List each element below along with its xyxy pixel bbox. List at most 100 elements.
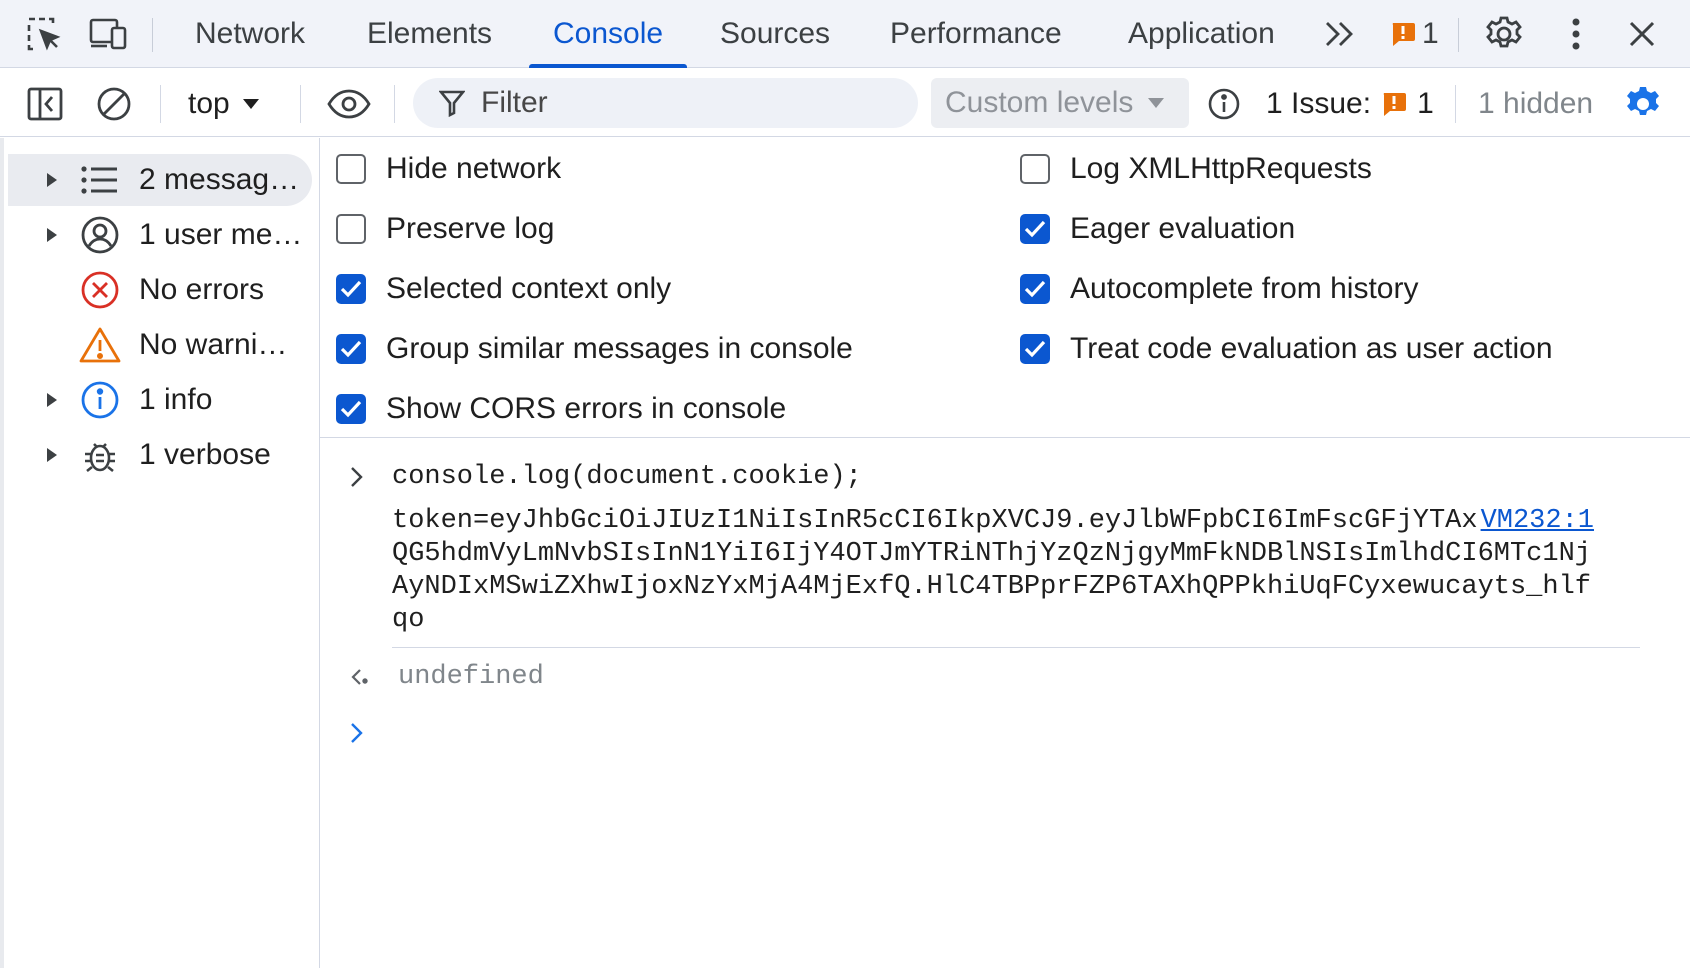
checkmark-icon	[1024, 220, 1046, 238]
message-divider	[392, 647, 1640, 648]
log-output-text: token=eyJhbGciOiJIUzI1NiIsInR5cCI6IkpXVC…	[392, 506, 1591, 635]
checkmark-icon	[340, 280, 362, 298]
tab-label: Application	[1128, 17, 1275, 50]
tab-bar-divider	[1458, 18, 1459, 52]
filter-input[interactable]	[481, 86, 881, 120]
setting-group-similar[interactable]: Group similar messages in console	[336, 332, 853, 366]
tab-network[interactable]: Network	[193, 0, 307, 68]
clear-console-icon[interactable]	[93, 83, 135, 125]
console-settings-gear-icon[interactable]	[1622, 83, 1664, 125]
toolbar-divider	[394, 85, 395, 123]
command-chevron-icon	[351, 467, 363, 487]
checkbox-checked[interactable]	[1020, 214, 1050, 244]
kebab-menu-icon[interactable]	[1556, 14, 1596, 54]
issues-counter[interactable]: 1 Issue: 1	[1266, 83, 1434, 125]
tab-elements[interactable]: Elements	[365, 0, 494, 68]
tab-label: Elements	[367, 17, 493, 50]
devtools-tab-bar: Network Elements Console Sources Perform…	[0, 0, 1690, 68]
sidebar-item-info[interactable]: 1 info	[8, 374, 312, 426]
sidebar-item-label: 1 info	[139, 383, 213, 416]
sidebar-toggle-icon[interactable]	[24, 83, 66, 125]
sidebar-item-errors[interactable]: No errors	[8, 264, 312, 316]
issues-count: 1	[1417, 87, 1434, 120]
expand-arrow-icon[interactable]	[44, 392, 60, 408]
error-icon	[78, 268, 122, 312]
inspect-element-icon[interactable]	[24, 14, 64, 54]
filter-input-container[interactable]	[413, 78, 918, 128]
console-prompt[interactable]	[350, 713, 374, 753]
checkbox-checked[interactable]	[336, 394, 366, 424]
toolbar-divider	[160, 85, 161, 123]
context-selector-value: top	[188, 87, 230, 120]
issues-label: 1 Issue:	[1266, 87, 1372, 120]
expand-arrow-icon[interactable]	[44, 227, 60, 243]
checkmark-icon	[340, 340, 362, 358]
checkbox-unchecked[interactable]	[336, 154, 366, 184]
expand-arrow-icon[interactable]	[44, 172, 60, 188]
sidebar-item-warnings[interactable]: No warni…	[8, 319, 312, 371]
tab-bar-divider	[152, 18, 153, 52]
return-arrow-icon	[351, 669, 368, 685]
warning-icon	[78, 323, 122, 367]
bug-icon	[78, 433, 122, 477]
sidebar-item-label: 2 messag…	[139, 163, 300, 196]
checkbox-checked[interactable]	[1020, 274, 1050, 304]
sidebar-item-label: 1 user me…	[139, 218, 303, 251]
device-toolbar-icon[interactable]	[88, 14, 128, 54]
expand-arrow-icon[interactable]	[44, 447, 60, 463]
toolbar-divider	[1455, 85, 1456, 123]
tab-performance[interactable]: Performance	[888, 0, 1064, 68]
context-selector[interactable]: top	[188, 83, 260, 125]
sidebar-item-label: 1 verbose	[139, 438, 271, 471]
settings-gear-icon[interactable]	[1484, 14, 1524, 54]
checkbox-unchecked[interactable]	[336, 214, 366, 244]
dropdown-arrow-icon	[242, 99, 259, 109]
tab-console[interactable]: Console	[528, 0, 688, 68]
setting-selected-context-only[interactable]: Selected context only	[336, 272, 671, 306]
checkbox-checked[interactable]	[336, 334, 366, 364]
setting-log-xhr[interactable]: Log XMLHttpRequests	[1020, 152, 1372, 186]
console-command-entry[interactable]: console.log(document.cookie);	[350, 457, 862, 497]
live-expression-eye-icon[interactable]	[326, 83, 372, 125]
source-link[interactable]: VM232:1	[1481, 505, 1594, 538]
prompt-chevron-icon	[351, 723, 363, 743]
setting-autocomplete-history[interactable]: Autocomplete from history	[1020, 272, 1418, 306]
setting-label: Eager evaluation	[1070, 212, 1296, 245]
sidebar-item-label: No warni…	[139, 328, 288, 361]
sidebar-item-user-messages[interactable]: 1 user me…	[8, 209, 312, 261]
console-settings-pane: Hide network Preserve log Selected conte…	[320, 138, 1690, 438]
close-icon[interactable]	[1622, 14, 1662, 54]
filter-funnel-icon	[439, 90, 465, 117]
log-levels-label: Custom levels	[945, 86, 1134, 119]
issues-badge-count: 1	[1422, 17, 1439, 50]
tab-label: Sources	[720, 17, 831, 50]
setting-hide-network[interactable]: Hide network	[336, 152, 561, 186]
return-value-text: undefined	[398, 662, 544, 692]
console-toolbar: top Custom levels 1 Issue: 1	[0, 69, 1690, 137]
setting-label: Group similar messages in console	[386, 332, 853, 365]
sidebar-item-verbose[interactable]: 1 verbose	[8, 429, 312, 481]
setting-show-cors-errors[interactable]: Show CORS errors in console	[336, 392, 786, 426]
setting-treat-eval-user-action[interactable]: Treat code evaluation as user action	[1020, 332, 1553, 366]
checkbox-checked[interactable]	[1020, 334, 1050, 364]
more-tabs-icon[interactable]	[1320, 14, 1360, 54]
setting-preserve-log[interactable]: Preserve log	[336, 212, 554, 246]
setting-label: Autocomplete from history	[1070, 272, 1419, 305]
setting-label: Hide network	[386, 152, 562, 185]
checkbox-unchecked[interactable]	[1020, 154, 1050, 184]
toolbar-divider	[300, 85, 301, 123]
info-circle-icon[interactable]	[1203, 83, 1245, 125]
setting-label: Preserve log	[386, 212, 555, 245]
issues-badge[interactable]: 1	[1390, 14, 1439, 54]
tab-sources[interactable]: Sources	[718, 0, 832, 68]
setting-eager-evaluation[interactable]: Eager evaluation	[1020, 212, 1295, 246]
setting-label: Show CORS errors in console	[386, 392, 787, 425]
log-levels-dropdown[interactable]: Custom levels	[931, 78, 1189, 128]
info-icon	[78, 378, 122, 422]
checkbox-checked[interactable]	[336, 274, 366, 304]
sidebar-item-messages[interactable]: 2 messag…	[8, 154, 312, 206]
tab-application[interactable]: Application	[1126, 0, 1277, 68]
command-text: console.log(document.cookie);	[392, 462, 862, 492]
checkmark-icon	[1024, 280, 1046, 298]
console-output[interactable]: console.log(document.cookie); VM232:1 tok…	[320, 439, 1690, 968]
